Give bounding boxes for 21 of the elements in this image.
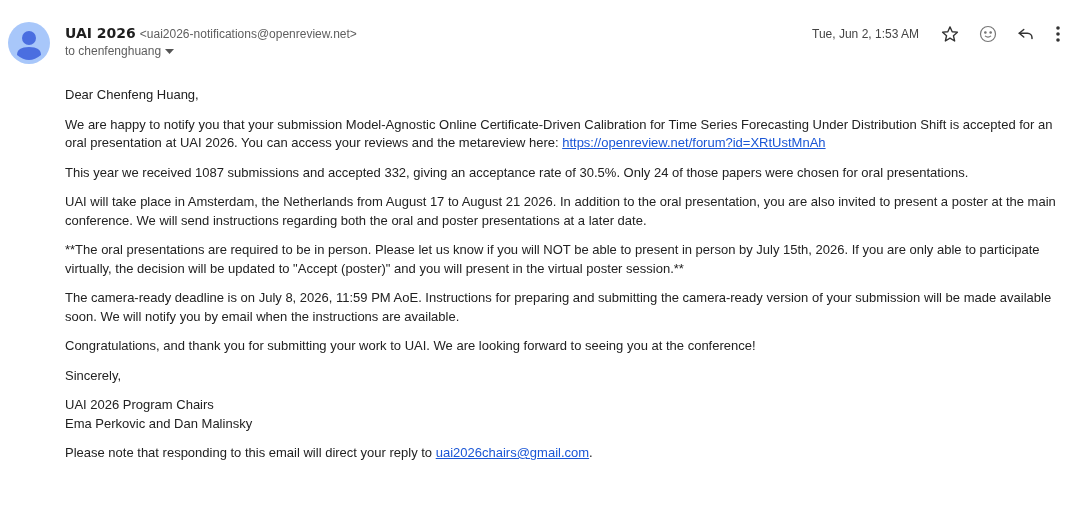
paragraph: Sincerely,	[65, 366, 123, 385]
paragraph: The camera-ready deadline is on July 8, 2026, 11:59 PM AoE. Instructions for preparing and submitting the camera-ready version of your submission will be made available soon. We will notify you by email when the instructions are available.	[65, 289, 1053, 326]
signature-line: Ema Perkovic and Dan Malinsky	[65, 414, 254, 433]
more-options-button[interactable]	[1055, 25, 1061, 43]
paragraph: **The oral presentations are required to be in person. Please let us know if you will NOT be able to present in person by July 15th, 2026. If you are only able to participate virtually, the decision will be updated to "Accept (poster)" and you will present in the virtual poster session.**	[65, 241, 1041, 278]
signature-line: UAI 2026 Program Chairs	[65, 396, 215, 414]
sender-name: UAI 2026	[65, 25, 136, 41]
caret-icon	[165, 48, 175, 54]
date: Tue, Jun 2, 1:53 AM	[812, 27, 919, 41]
sender-email: <uai2026-notifications@openreview.net>	[139, 27, 357, 41]
star-button[interactable]	[941, 25, 959, 43]
paragraph: Please note that responding to this email will direct your reply to uai2026chairs@gmail.com.	[65, 444, 594, 462]
recipient-dropdown[interactable]: to chenfenghuang	[65, 44, 813, 58]
paragraph: UAI will take place in Amsterdam, the Netherlands from August 17 to August 21 2026. In addition to the oral presentation, you are also invited to present a poster at the main conference. We will send instructions regarding both the oral and poster presentations at a later date.	[65, 193, 1057, 230]
emoji-button[interactable]	[979, 25, 997, 43]
paragraph: Dear Chenfeng Huang,	[65, 86, 200, 104]
paragraph: We are happy to notify you that your submission Model-Agnostic Online Certificate-Driven Calibration for Time Series Forecasting Under Distribution Shift is accepted for an oral presentation at UAI 2026. You can access your reviews and the metareview here: https://openreview.net/forum?id=XRtUstMnAh	[65, 115, 1054, 152]
avatar-icon	[8, 22, 50, 64]
link[interactable]: https://openreview.net/forum?id=XRtUstMnAh	[562, 135, 826, 150]
paragraph: Congratulations, and thank you for submitting your work to UAI. We are looking forward to seeing you at the conference!	[65, 337, 757, 355]
paragraph: This year we received 1087 submissions and accepted 332, giving an acceptance rate of 30.5%. Only 24 of those papers were chosen for oral presentations.	[65, 163, 970, 182]
